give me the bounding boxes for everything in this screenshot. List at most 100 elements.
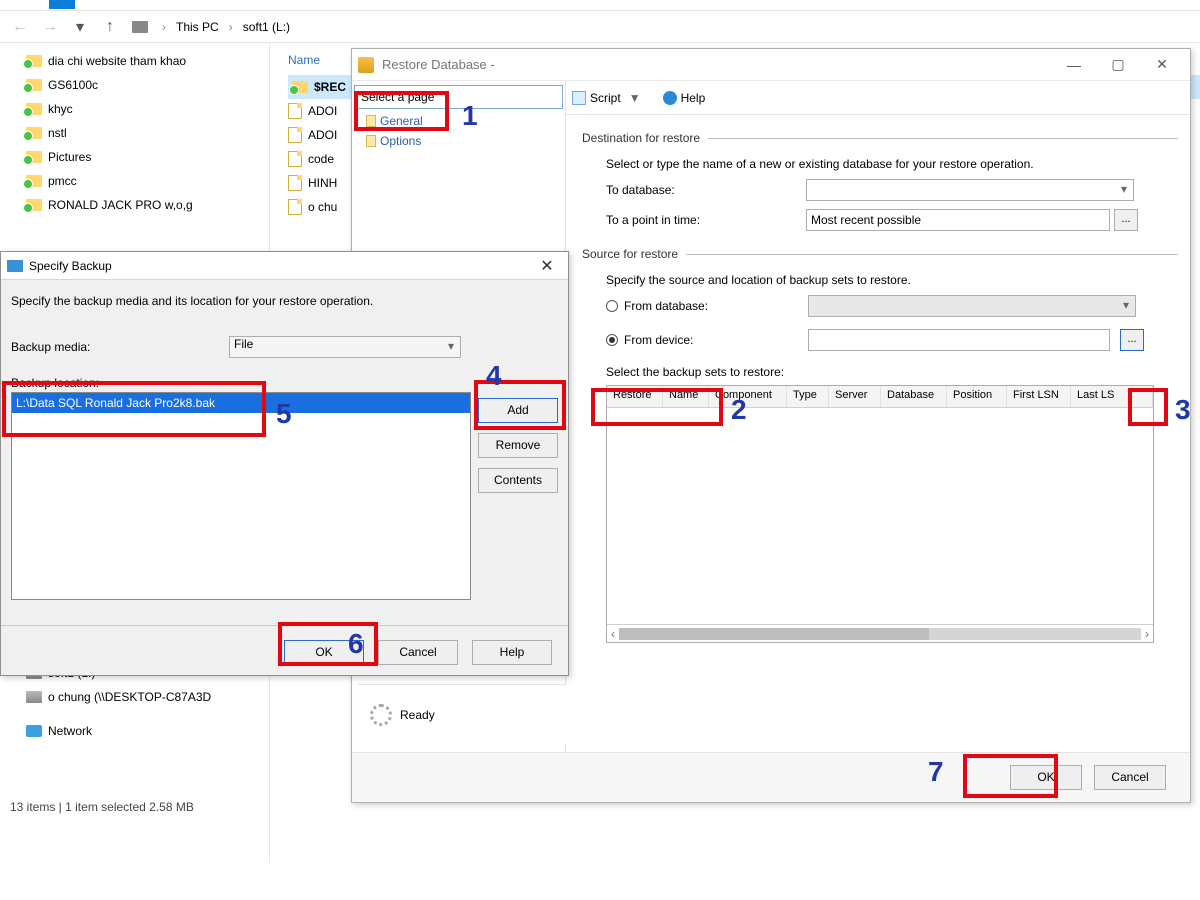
from-device-input[interactable] [808, 329, 1110, 351]
sidebar-item-label: GS6100c [48, 78, 98, 92]
file-icon [288, 199, 302, 215]
page-list-header: Select a page [354, 85, 563, 109]
status-bar: 13 items | 1 item selected 2.58 MB [10, 800, 194, 814]
sidebar-item[interactable]: GS6100c [16, 73, 269, 97]
page-item-general[interactable]: General [352, 111, 565, 131]
dialog-titlebar[interactable]: Restore Database - — ▢ ✕ [352, 49, 1190, 81]
from-database-label: From database: [624, 299, 802, 313]
nav-forward-icon[interactable]: → [38, 15, 62, 39]
sidebar-item-label: pmcc [48, 174, 77, 188]
breadcrumb-drive[interactable]: soft1 (L:) [243, 20, 290, 34]
grid-header: Restore Name Component Type Server Datab… [607, 386, 1153, 408]
sidebar-item-label: nstl [48, 126, 67, 140]
col-last-lsn[interactable]: Last LS [1071, 386, 1153, 407]
help-button[interactable]: Help [472, 640, 552, 665]
sidebar-item-label: Network [48, 724, 92, 738]
col-component[interactable]: Component [709, 386, 787, 407]
backup-location-label: Backup location: [11, 376, 558, 390]
list-item-label: code [308, 152, 334, 166]
script-icon [572, 91, 586, 105]
network-icon [26, 725, 42, 737]
to-pit-input[interactable] [806, 209, 1110, 231]
add-button[interactable]: Add [478, 398, 558, 423]
sidebar-item[interactable]: nstl [16, 121, 269, 145]
close-button[interactable]: ✕ [532, 256, 562, 276]
sidebar-item-label: o chung (\\DESKTOP-C87A3D [48, 690, 211, 704]
ribbon-accent [49, 0, 75, 9]
file-icon [288, 175, 302, 191]
page-item-label: General [380, 114, 423, 128]
sidebar-item[interactable]: pmcc [16, 169, 269, 193]
help-button[interactable]: Help [681, 91, 706, 105]
nav-up-icon[interactable]: ↑ [98, 15, 122, 39]
nav-back-icon[interactable]: ← [8, 15, 32, 39]
close-button[interactable]: ✕ [1140, 51, 1184, 79]
col-name[interactable]: Name [663, 386, 709, 407]
breadcrumb-root[interactable]: This PC [176, 20, 219, 34]
sidebar-item[interactable]: Pictures [16, 145, 269, 169]
drive-icon [26, 691, 42, 703]
sidebar-item[interactable]: dia chi website tham khao [16, 49, 269, 73]
cancel-button[interactable]: Cancel [1094, 765, 1166, 790]
from-device-browse-button[interactable]: ... [1120, 329, 1144, 351]
col-first-lsn[interactable]: First LSN [1007, 386, 1071, 407]
sidebar-item[interactable]: RONALD JACK PRO w,o,g [16, 193, 269, 217]
from-device-radio[interactable] [606, 334, 618, 346]
nav-recent-icon[interactable]: ▾ [68, 15, 92, 39]
backup-icon [7, 260, 23, 272]
folder-icon [26, 175, 42, 187]
backup-sets-grid[interactable]: Restore Name Component Type Server Datab… [606, 385, 1154, 643]
dest-legend: Destination for restore [582, 131, 700, 145]
col-type[interactable]: Type [787, 386, 829, 407]
dialog-titlebar[interactable]: Specify Backup ✕ [1, 252, 568, 280]
sidebar-item-label: khyc [48, 102, 73, 116]
from-database-select [808, 295, 1136, 317]
to-database-label: To database: [606, 183, 806, 197]
minimize-button[interactable]: — [1052, 51, 1096, 79]
dialog-title: Specify Backup [29, 259, 112, 273]
backup-media-value: File [234, 337, 253, 351]
sidebar-network[interactable]: Network [16, 719, 269, 743]
maximize-button[interactable]: ▢ [1096, 51, 1140, 79]
backup-location-list[interactable]: L:\Data SQL Ronald Jack Pro2k8.bak [11, 392, 471, 600]
col-restore[interactable]: Restore [607, 386, 663, 407]
drive-icon [132, 21, 148, 33]
ok-button[interactable]: OK [1010, 765, 1082, 790]
dialog-toolbar: Script ▼ Help [566, 81, 1190, 115]
script-button[interactable]: Script [590, 91, 621, 105]
help-icon [663, 91, 677, 105]
to-database-select[interactable] [806, 179, 1134, 201]
sidebar-drive[interactable]: o chung (\\DESKTOP-C87A3D [16, 685, 269, 709]
backup-media-label: Backup media: [11, 340, 229, 354]
to-pit-label: To a point in time: [606, 213, 806, 227]
dest-desc: Select or type the name of a new or exis… [606, 157, 1178, 171]
from-database-radio[interactable] [606, 300, 618, 312]
dialog-footer: OK Cancel [352, 752, 1190, 802]
list-item-label: ADOI [308, 128, 337, 142]
sidebar-item-label: dia chi website tham khao [48, 54, 186, 68]
folder-icon [26, 151, 42, 163]
file-icon [288, 103, 302, 119]
col-server[interactable]: Server [829, 386, 881, 407]
backup-media-select[interactable]: File [229, 336, 461, 358]
specify-backup-dialog: Specify Backup ✕ Specify the backup medi… [0, 251, 569, 676]
col-position[interactable]: Position [947, 386, 1007, 407]
pit-browse-button[interactable]: ... [1114, 209, 1138, 231]
contents-button[interactable]: Contents [478, 468, 558, 493]
cancel-button[interactable]: Cancel [378, 640, 458, 665]
page-item-options[interactable]: Options [352, 131, 565, 151]
source-legend: Source for restore [582, 247, 678, 261]
folder-icon [26, 103, 42, 115]
col-database[interactable]: Database [881, 386, 947, 407]
backup-location-item[interactable]: L:\Data SQL Ronald Jack Pro2k8.bak [12, 393, 470, 413]
ok-button[interactable]: OK [284, 640, 364, 665]
chevron-down-icon[interactable]: ▼ [629, 91, 641, 105]
from-device-label: From device: [624, 333, 802, 347]
sidebar-item[interactable]: khyc [16, 97, 269, 121]
page-item-label: Options [380, 134, 421, 148]
grid-scrollbar[interactable]: ‹› [607, 624, 1153, 642]
remove-button[interactable]: Remove [478, 433, 558, 458]
folder-icon [26, 127, 42, 139]
page-icon [366, 115, 376, 127]
spinner-icon [370, 704, 392, 726]
